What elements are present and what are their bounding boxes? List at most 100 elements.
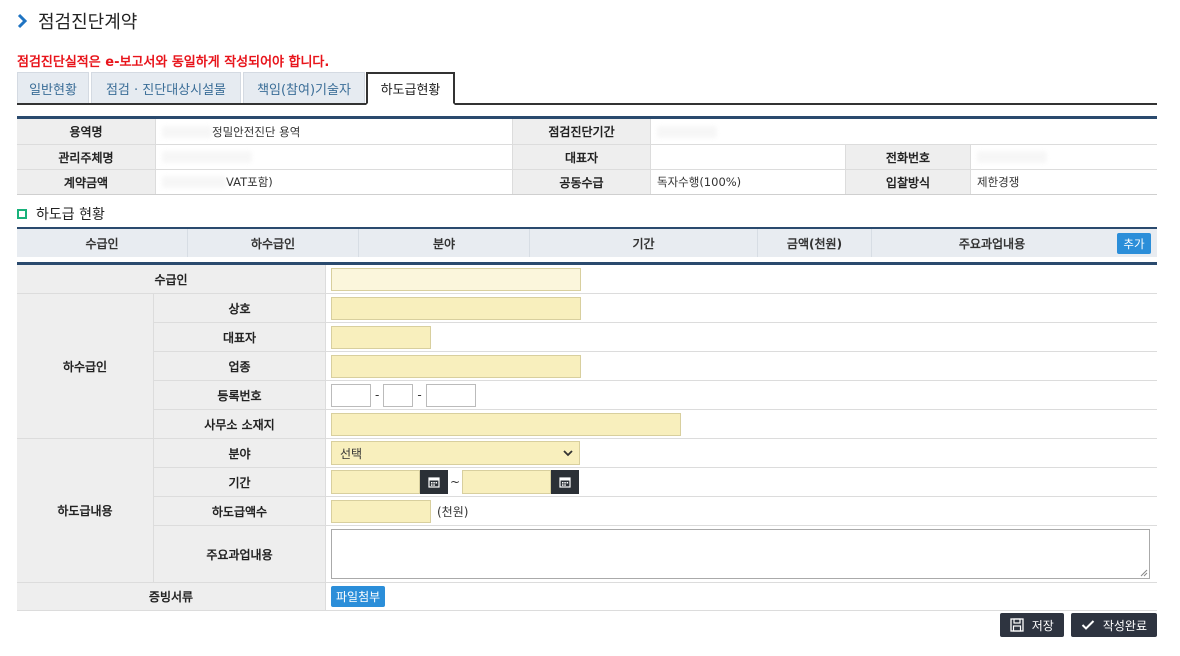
save-button[interactable]: 저장	[999, 613, 1064, 637]
section-heading: 하도급 현황	[17, 204, 105, 224]
regno-input-1[interactable]	[331, 383, 371, 407]
field-select[interactable]: 선택	[331, 441, 580, 465]
joint-value: 독자수행(100%)	[650, 170, 845, 194]
col-subcontractor: 하수급인	[188, 229, 359, 257]
amount-unit: (천원)	[437, 504, 469, 519]
amount-input[interactable]	[331, 499, 431, 523]
floppy-disk-icon	[1010, 618, 1024, 632]
content-group-label: 하도급내용	[17, 439, 154, 583]
joint-label: 공동수급	[512, 170, 650, 194]
col-period: 기간	[530, 229, 758, 257]
notice-text: 점검진단실적은 e-보고서와 동일하게 작성되어야 합니다.	[17, 55, 330, 70]
contract-amount-value: VAT포함)	[155, 170, 512, 194]
page-header: 점검진단계약	[16, 8, 137, 34]
chevron-right-icon	[16, 10, 30, 32]
regno-separator: -	[375, 388, 380, 402]
subcontractor-group-label: 하수급인	[17, 294, 154, 439]
col-field: 분야	[359, 229, 530, 257]
rep-input[interactable]	[331, 325, 431, 349]
regno-value: - -	[326, 381, 1157, 410]
redacted-text	[162, 176, 226, 188]
contractor-input[interactable]	[331, 267, 581, 291]
calendar-icon[interactable]	[551, 470, 580, 494]
period-value	[650, 119, 1157, 144]
chevron-down-icon	[563, 446, 573, 460]
col-contractor: 수급인	[17, 229, 188, 257]
service-name-label: 용역명	[17, 119, 155, 144]
period-value: ~	[326, 468, 1157, 497]
bidding-value: 제한경쟁	[970, 170, 1157, 194]
subcontract-list-header: 수급인 하수급인 분야 기간 금액(천원) 주요과업내용 추가	[17, 227, 1157, 257]
regno-input-2[interactable]	[383, 383, 414, 407]
complete-button[interactable]: 작성완료	[1070, 613, 1157, 637]
action-buttons: 저장 작성완료	[999, 613, 1157, 637]
add-button[interactable]: 추가	[1117, 233, 1151, 254]
regno-input-3[interactable]	[425, 383, 476, 407]
company-input[interactable]	[331, 296, 581, 320]
col-amount: 금액(천원)	[758, 229, 872, 257]
period-separator: ~	[450, 475, 461, 489]
tab-facilities[interactable]: 점검 · 진단대상시설물	[91, 72, 241, 103]
info-row: 관리주체명 대표자 전화번호	[17, 144, 1157, 169]
redacted-text	[162, 125, 212, 138]
service-name-text: 정밀안전진단 용역	[212, 124, 301, 139]
amount-value: (천원)	[326, 497, 1157, 526]
period-label: 기간	[154, 468, 326, 497]
bidding-label: 입찰방식	[845, 170, 970, 194]
business-label: 업종	[154, 352, 326, 381]
rep-label: 대표자	[512, 145, 650, 169]
page-title: 점검진단계약	[38, 12, 138, 33]
subcontract-form: 수급인 하수급인 상호 대표자 업종 등록번호 - - 사무소 소재지 하도급내…	[17, 262, 1157, 611]
calendar-icon[interactable]	[420, 470, 448, 494]
period-label: 점검진단기간	[512, 119, 650, 144]
info-row: 계약금액 VAT포함) 공동수급 독자수행(100%) 입찰방식 제한경쟁	[17, 169, 1157, 194]
field-label: 분야	[154, 439, 326, 468]
evidence-label: 증빙서류	[17, 583, 326, 611]
rep-value	[326, 323, 1157, 352]
rep-value	[650, 145, 845, 169]
business-value	[326, 352, 1157, 381]
tab-general[interactable]: 일반현황	[17, 72, 89, 103]
business-input[interactable]	[331, 354, 581, 378]
tab-engineers[interactable]: 책임(참여)기술자	[243, 72, 365, 103]
info-row: 용역명 정밀안전진단 용역 점검진단기간	[17, 119, 1157, 144]
amount-label: 하도급액수	[154, 497, 326, 526]
save-button-label: 저장	[1031, 618, 1054, 633]
tasks-value	[326, 526, 1157, 583]
company-value	[326, 294, 1157, 323]
tab-subcontract[interactable]: 하도급현황	[366, 72, 455, 105]
rep-label: 대표자	[154, 323, 326, 352]
company-label: 상호	[154, 294, 326, 323]
redacted-text	[977, 151, 1047, 163]
period-end-input[interactable]	[462, 470, 552, 494]
period-start-input[interactable]	[331, 470, 420, 494]
square-bullet-icon	[17, 209, 27, 219]
col-tasks: 주요과업내용	[958, 236, 1026, 251]
contract-amount-label: 계약금액	[17, 170, 155, 194]
check-icon	[1081, 620, 1095, 630]
contractor-label: 수급인	[17, 265, 326, 294]
complete-button-label: 작성완료	[1102, 618, 1147, 633]
redacted-text	[657, 125, 717, 138]
office-label: 사무소 소재지	[154, 410, 326, 439]
contract-amount-text: VAT포함)	[226, 175, 273, 189]
evidence-value: 파일첨부	[326, 583, 1157, 611]
phone-value	[970, 145, 1157, 169]
contractor-value	[326, 265, 1157, 294]
service-name-value: 정밀안전진단 용역	[155, 119, 512, 144]
redacted-text	[162, 151, 252, 163]
resize-handle-icon[interactable]	[1140, 569, 1148, 577]
field-value: 선택	[326, 439, 1157, 468]
tab-bar: 일반현황 점검 · 진단대상시설물 책임(참여)기술자 하도급현황	[17, 72, 1157, 105]
tasks-textarea[interactable]	[331, 529, 1150, 579]
regno-label: 등록번호	[154, 381, 326, 410]
field-select-value: 선택	[340, 446, 363, 461]
office-input[interactable]	[331, 412, 681, 436]
contract-info-table: 용역명 정밀안전진단 용역 점검진단기간 관리주체명 대표자 전화번호 계약금액…	[17, 116, 1157, 195]
manager-value	[155, 145, 512, 169]
section-title: 하도급 현황	[36, 207, 105, 223]
file-attach-button[interactable]: 파일첨부	[331, 586, 386, 607]
phone-label: 전화번호	[845, 145, 970, 169]
regno-separator: -	[417, 388, 422, 402]
tasks-label: 주요과업내용	[154, 526, 326, 583]
